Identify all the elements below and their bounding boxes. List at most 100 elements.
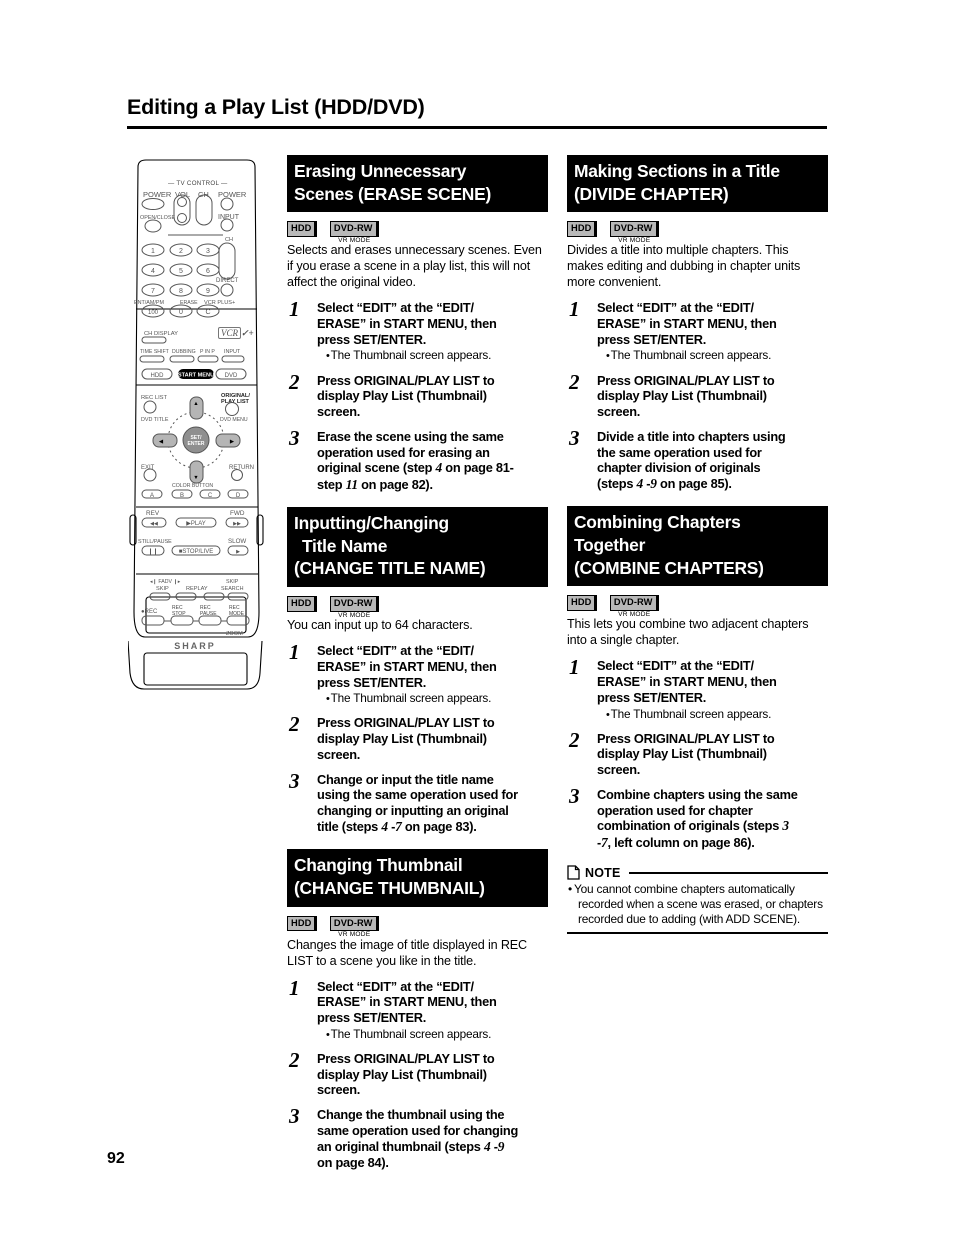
- badge-dvd-rw-label: DVD-RW: [329, 221, 379, 238]
- section-heading-change-thumbnail: Changing Thumbnail (CHANGE THUMBNAIL): [287, 849, 548, 907]
- badge-hdd-label: HDD: [287, 221, 318, 238]
- section-change-thumbnail: Changing Thumbnail (CHANGE THUMBNAIL) HD…: [287, 849, 548, 1171]
- step-item: 1 Select “EDIT” at the “EDIT/ ERASE” in …: [567, 297, 828, 363]
- section-divide-chapter: Making Sections in a Title (DIVIDE CHAPT…: [567, 155, 828, 492]
- section-heading-combine-chapters: Combining Chapters Together (COMBINE CHA…: [567, 506, 828, 587]
- step-number: 2: [289, 369, 300, 394]
- step-line: ERASE” in START MENU, then: [317, 994, 497, 1010]
- heading-line: Scenes (ERASE SCENE): [294, 183, 491, 204]
- media-badges: HDD DVD-RW VR MODE: [287, 593, 548, 619]
- step-line: Select “EDIT” at the “EDIT/: [317, 643, 474, 659]
- step-line: original scene (step 4 on page 81-: [317, 460, 514, 476]
- vcr-plus-logo: VCR ✓+: [218, 327, 254, 339]
- step-text: Select “EDIT” at the “EDIT/ ERASE” in ST…: [317, 979, 548, 1026]
- note-body: You cannot combine chapters automaticall…: [567, 882, 828, 927]
- section-intro: You can input up to 64 characters.: [287, 618, 473, 633]
- step-text: Change the thumbnail using the same oper…: [317, 1107, 548, 1171]
- heading-line: Erasing Unnecessary: [294, 161, 467, 181]
- badge-dvd-rw: DVD-RW VR MODE: [329, 218, 379, 245]
- svg-text:8: 8: [179, 288, 183, 295]
- note-header: NOTE: [567, 865, 828, 881]
- step-line: operation used for erasing an: [317, 444, 490, 460]
- badge-dvd-rw: DVD-RW VR MODE: [609, 592, 659, 619]
- step-line: Erase the scene using the same: [317, 428, 504, 444]
- svg-text:▼: ▼: [193, 475, 198, 481]
- badge-dvd-rw-label: DVD-RW: [609, 595, 659, 612]
- heading-line: (CHANGE TITLE NAME): [294, 558, 486, 579]
- step-line: press SET/ENTER.: [597, 331, 707, 347]
- badge-dvd-rw-sublabel: VR MODE: [618, 611, 651, 619]
- heading-line: (CHANGE THUMBNAIL): [294, 878, 485, 898]
- step-number: 2: [289, 1047, 300, 1072]
- svg-text:SHARP: SHARP: [174, 641, 216, 651]
- step-line: combination of originals (steps 3: [597, 818, 789, 834]
- svg-text:INPUT: INPUT: [218, 214, 240, 221]
- step-number: 2: [569, 369, 580, 394]
- step-line: changing or inputting an original: [317, 803, 509, 819]
- step-line: operation used for chapter: [597, 802, 753, 818]
- note-rule: [628, 871, 828, 874]
- step-line: display Play List (Thumbnail): [317, 731, 487, 747]
- step-number: 2: [289, 712, 300, 737]
- step-note: The Thumbnail screen appears.: [317, 348, 548, 363]
- svg-text:A: A: [150, 493, 154, 499]
- step-line: the same operation used for: [597, 444, 762, 460]
- right-column: Making Sections in a Title (DIVIDE CHAPT…: [567, 155, 828, 935]
- badge-dvd-rw-label: DVD-RW: [329, 915, 379, 932]
- step-number: 2: [569, 727, 580, 752]
- svg-text:❙❙: ❙❙: [148, 548, 158, 555]
- note-label: NOTE: [585, 865, 621, 880]
- badge-hdd: HDD: [287, 593, 318, 612]
- step-line: Select “EDIT” at the “EDIT/: [597, 658, 754, 674]
- svg-text:D: D: [236, 493, 241, 499]
- step-number: 1: [289, 297, 300, 322]
- step-number: 3: [289, 768, 300, 793]
- svg-text:START MENU: START MENU: [178, 373, 214, 379]
- svg-text:SEARCH: SEARCH: [221, 586, 244, 592]
- step-line: press SET/ENTER.: [317, 331, 427, 347]
- step-line: Divide a title into chapters using: [597, 428, 786, 444]
- step-line: display Play List (Thumbnail): [597, 746, 767, 762]
- step-line: press SET/ENTER.: [317, 1010, 427, 1026]
- step-item: 3 Combine chapters using the same operat…: [567, 784, 828, 851]
- svg-text:B: B: [180, 493, 184, 499]
- badge-hdd: HDD: [567, 218, 598, 238]
- svg-text:FWD: FWD: [230, 510, 245, 517]
- svg-text:— TV CONTROL —: — TV CONTROL —: [168, 180, 228, 187]
- heading-line: Title Name: [302, 535, 388, 556]
- step-line: Change the thumbnail using the: [317, 1107, 505, 1123]
- badge-dvd-rw-sublabel: VR MODE: [338, 611, 371, 619]
- heading-line: Making Sections in a Title: [574, 161, 780, 181]
- svg-text:◂❙ FADV ❙▸: ◂❙ FADV ❙▸: [150, 579, 181, 585]
- step-text: Divide a title into chapters using the s…: [597, 429, 828, 493]
- title-divider: [127, 126, 827, 129]
- svg-text:▶: ▶: [236, 549, 240, 555]
- step-line: press SET/ENTER.: [317, 674, 427, 690]
- heading-line: Changing Thumbnail: [294, 855, 463, 876]
- svg-text:CH DISPLAY: CH DISPLAY: [144, 331, 178, 337]
- svg-text:C: C: [205, 309, 210, 316]
- badge-dvd-rw-sublabel: VR MODE: [338, 237, 371, 245]
- svg-text:SKIP: SKIP: [156, 586, 169, 592]
- heading-line: Combining Chapters: [574, 512, 741, 533]
- step-line: Change or input the title name: [317, 771, 494, 787]
- svg-text:▶▶: ▶▶: [233, 521, 241, 527]
- step-item: 1 Select “EDIT” at the “EDIT/ ERASE” in …: [287, 640, 548, 706]
- step-number: 3: [569, 425, 580, 450]
- section-combine-chapters: Combining Chapters Together (COMBINE CHA…: [567, 506, 828, 851]
- step-text: Select “EDIT” at the “EDIT/ ERASE” in ST…: [597, 300, 828, 347]
- svg-text:INPUT: INPUT: [224, 349, 241, 355]
- svg-text:COLOR BUTTON: COLOR BUTTON: [172, 483, 213, 489]
- step-text: Combine chapters using the same operatio…: [597, 787, 828, 851]
- badge-hdd-label: HDD: [287, 915, 318, 932]
- svg-text:SLOW: SLOW: [228, 538, 246, 545]
- step-text: Change or input the title name using the…: [317, 772, 548, 836]
- badge-dvd-rw-sublabel: VR MODE: [338, 931, 371, 939]
- svg-text:0: 0: [179, 309, 183, 316]
- svg-text:CH: CH: [225, 237, 233, 243]
- step-text: Press ORIGINAL/PLAY LIST to display Play…: [317, 715, 548, 762]
- step-item: 3 Divide a title into chapters using the…: [567, 425, 828, 493]
- svg-text:7: 7: [151, 288, 155, 295]
- step-number: 1: [289, 975, 300, 1000]
- step-text: Press ORIGINAL/PLAY LIST to display Play…: [597, 373, 828, 420]
